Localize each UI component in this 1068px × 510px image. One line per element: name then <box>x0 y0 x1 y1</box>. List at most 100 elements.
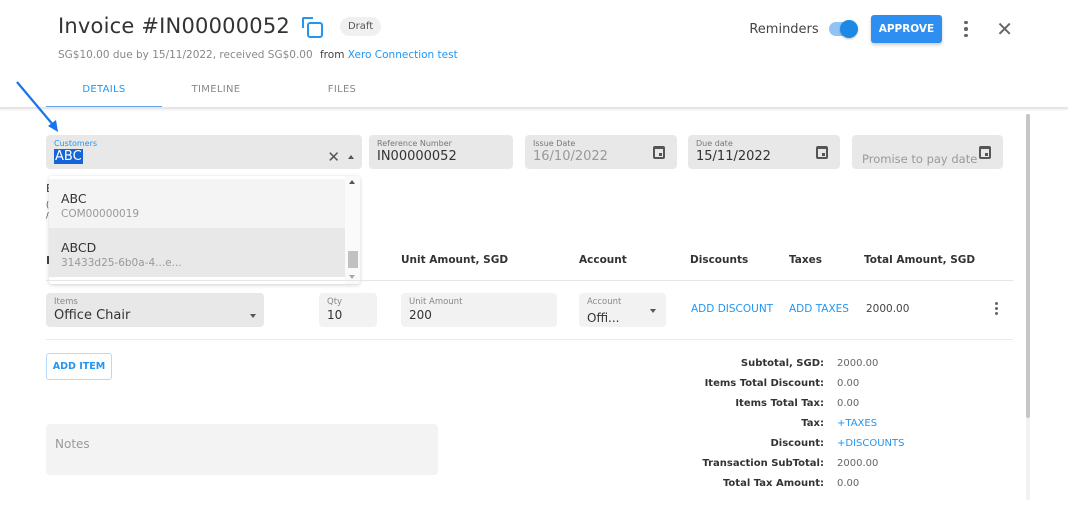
summary-label: Subtotal, SGD: <box>740 358 824 369</box>
add-taxes-button[interactable]: ADD TAXES <box>789 303 849 315</box>
summary-value: 2000.00 <box>837 358 879 369</box>
qty-input[interactable]: Qty 10 <box>319 293 377 327</box>
issue-date-field[interactable]: Issue Date 16/10/2022 <box>525 135 677 169</box>
summary-label: Tax: <box>801 418 824 429</box>
item-value: Office Chair <box>54 308 131 323</box>
header-divider <box>0 107 1068 109</box>
approve-button[interactable]: APPROVE <box>870 15 943 43</box>
account-label: Account <box>587 297 622 307</box>
summary-label: Total Tax Amount: <box>722 478 824 489</box>
summary-row: Discount: +DISCOUNTS <box>690 438 990 458</box>
summary-row: Total Tax Amount: 0.00 <box>690 478 990 498</box>
summary-label: Transaction SubTotal: <box>702 458 824 469</box>
from-label: from <box>319 49 345 61</box>
more-options-icon[interactable] <box>964 20 968 38</box>
qty-label: Qty <box>327 297 343 307</box>
item-label: Items <box>54 297 78 307</box>
add-tax-link[interactable]: +TAXES <box>837 418 877 429</box>
customers-dropdown: ABC COM00000019 ABCD 31433d25-6b0a-4...e… <box>49 176 360 284</box>
option-code: 31433d25-6b0a-4...e... <box>61 257 182 269</box>
page-scrollbar[interactable] <box>1026 114 1030 500</box>
reference-number-input[interactable]: IN00000052 <box>377 149 457 164</box>
summary-value: 2000.00 <box>837 458 879 469</box>
dropdown-scrollbar[interactable] <box>345 176 360 284</box>
column-header-discounts: Discounts <box>690 254 749 266</box>
customers-field[interactable]: Customers ABC ✕ <box>46 135 362 169</box>
tab-bar: DETAILS TIMELINE FILES <box>46 84 414 108</box>
invoice-summary-line: SG$10.00 due by 15/11/2022, received SG$… <box>58 49 458 61</box>
scrollbar-thumb[interactable] <box>348 251 358 268</box>
due-date-input[interactable]: 15/11/2022 <box>696 149 771 164</box>
customers-selected-text: ABC <box>54 149 83 164</box>
add-item-button[interactable]: ADD ITEM <box>46 353 112 380</box>
scroll-up-icon[interactable] <box>349 180 355 184</box>
reference-number-field[interactable]: Reference Number IN00000052 <box>369 135 513 169</box>
column-header-total-amount: Total Amount, SGD <box>864 254 976 266</box>
row-divider <box>46 339 1013 340</box>
summary-value: 0.00 <box>837 378 860 389</box>
chevron-down-icon[interactable] <box>250 314 256 318</box>
unit-amount-label: Unit Amount <box>409 297 463 307</box>
scrollbar-thumb[interactable] <box>1026 114 1030 418</box>
option-name: ABCD <box>61 240 97 255</box>
unit-amount-input[interactable]: Unit Amount 200 <box>401 293 557 327</box>
due-date-label: Due date <box>696 139 733 148</box>
account-value: Offi... <box>587 311 620 325</box>
calendar-icon[interactable] <box>653 146 665 159</box>
tab-files[interactable]: FILES <box>270 84 414 108</box>
tab-timeline[interactable]: TIMELINE <box>162 84 270 108</box>
close-icon[interactable]: ✕ <box>996 19 1013 39</box>
summary-row: Tax: +TAXES <box>690 418 990 438</box>
add-discount-link[interactable]: +DISCOUNTS <box>837 438 905 449</box>
status-badge: Draft <box>339 16 382 36</box>
customers-label: Customers <box>54 139 98 148</box>
scroll-down-icon[interactable] <box>349 275 355 279</box>
account-select[interactable]: Account Offi... <box>579 293 666 327</box>
page-title: Invoice #IN00000052 <box>58 14 290 38</box>
column-header-taxes: Taxes <box>789 254 823 266</box>
row-more-options-icon[interactable] <box>995 302 998 315</box>
reference-number-label: Reference Number <box>377 139 452 148</box>
notes-placeholder: Notes <box>55 437 90 451</box>
table-header-divider <box>46 280 1013 281</box>
issue-date-input[interactable]: 16/10/2022 <box>533 149 608 164</box>
summary-row: Subtotal, SGD: 2000.00 <box>690 358 990 378</box>
option-code: COM00000019 <box>61 208 140 220</box>
copy-icon[interactable] <box>301 17 323 38</box>
promise-to-pay-field[interactable]: Promise to pay date <box>852 135 1003 169</box>
option-name: ABC <box>61 191 87 206</box>
customers-input[interactable]: ABC <box>54 149 83 164</box>
summary-value: 0.00 <box>837 398 860 409</box>
dropdown-option[interactable]: ABC COM00000019 <box>49 179 345 228</box>
column-header-unit-amount: Unit Amount, SGD <box>401 254 509 266</box>
organization-link[interactable]: Xero Connection test <box>348 49 458 61</box>
header-actions: Reminders APPROVE ✕ <box>749 15 1013 43</box>
title-row: Invoice #IN00000052 Draft <box>58 14 382 38</box>
summary-value: 0.00 <box>837 478 860 489</box>
item-select[interactable]: Items Office Chair <box>46 293 264 327</box>
summary-row: Transaction SubTotal: 2000.00 <box>690 458 990 478</box>
dropdown-option[interactable]: ABCD 31433d25-6b0a-4...e... <box>49 228 345 277</box>
row-total-amount: 2000.00 <box>866 303 910 315</box>
tab-details[interactable]: DETAILS <box>46 84 162 108</box>
due-summary: SG$10.00 due by 15/11/2022, received SG$… <box>58 49 313 61</box>
notes-field[interactable]: Notes <box>46 424 438 475</box>
summary-label: Items Total Tax: <box>735 398 824 409</box>
add-discount-button[interactable]: ADD DISCOUNT <box>691 303 773 315</box>
unit-amount-value: 200 <box>409 308 432 322</box>
column-header-account: Account <box>579 254 627 266</box>
calendar-icon[interactable] <box>816 146 828 159</box>
summary-label: Items Total Discount: <box>704 378 824 389</box>
caret-up-icon[interactable] <box>348 155 354 159</box>
reminders-toggle[interactable] <box>828 20 858 38</box>
due-date-field[interactable]: Due date 15/11/2022 <box>688 135 840 169</box>
issue-date-label: Issue Date <box>533 139 576 148</box>
summary-row: Items Total Discount: 0.00 <box>690 378 990 398</box>
promise-to-pay-input[interactable]: Promise to pay date <box>862 152 977 166</box>
qty-value: 10 <box>327 308 343 322</box>
calendar-icon[interactable] <box>979 146 991 159</box>
clear-icon[interactable]: ✕ <box>327 148 340 166</box>
summary-label: Discount: <box>770 438 825 449</box>
reminders-label: Reminders <box>749 21 819 37</box>
chevron-down-icon[interactable] <box>650 309 656 313</box>
